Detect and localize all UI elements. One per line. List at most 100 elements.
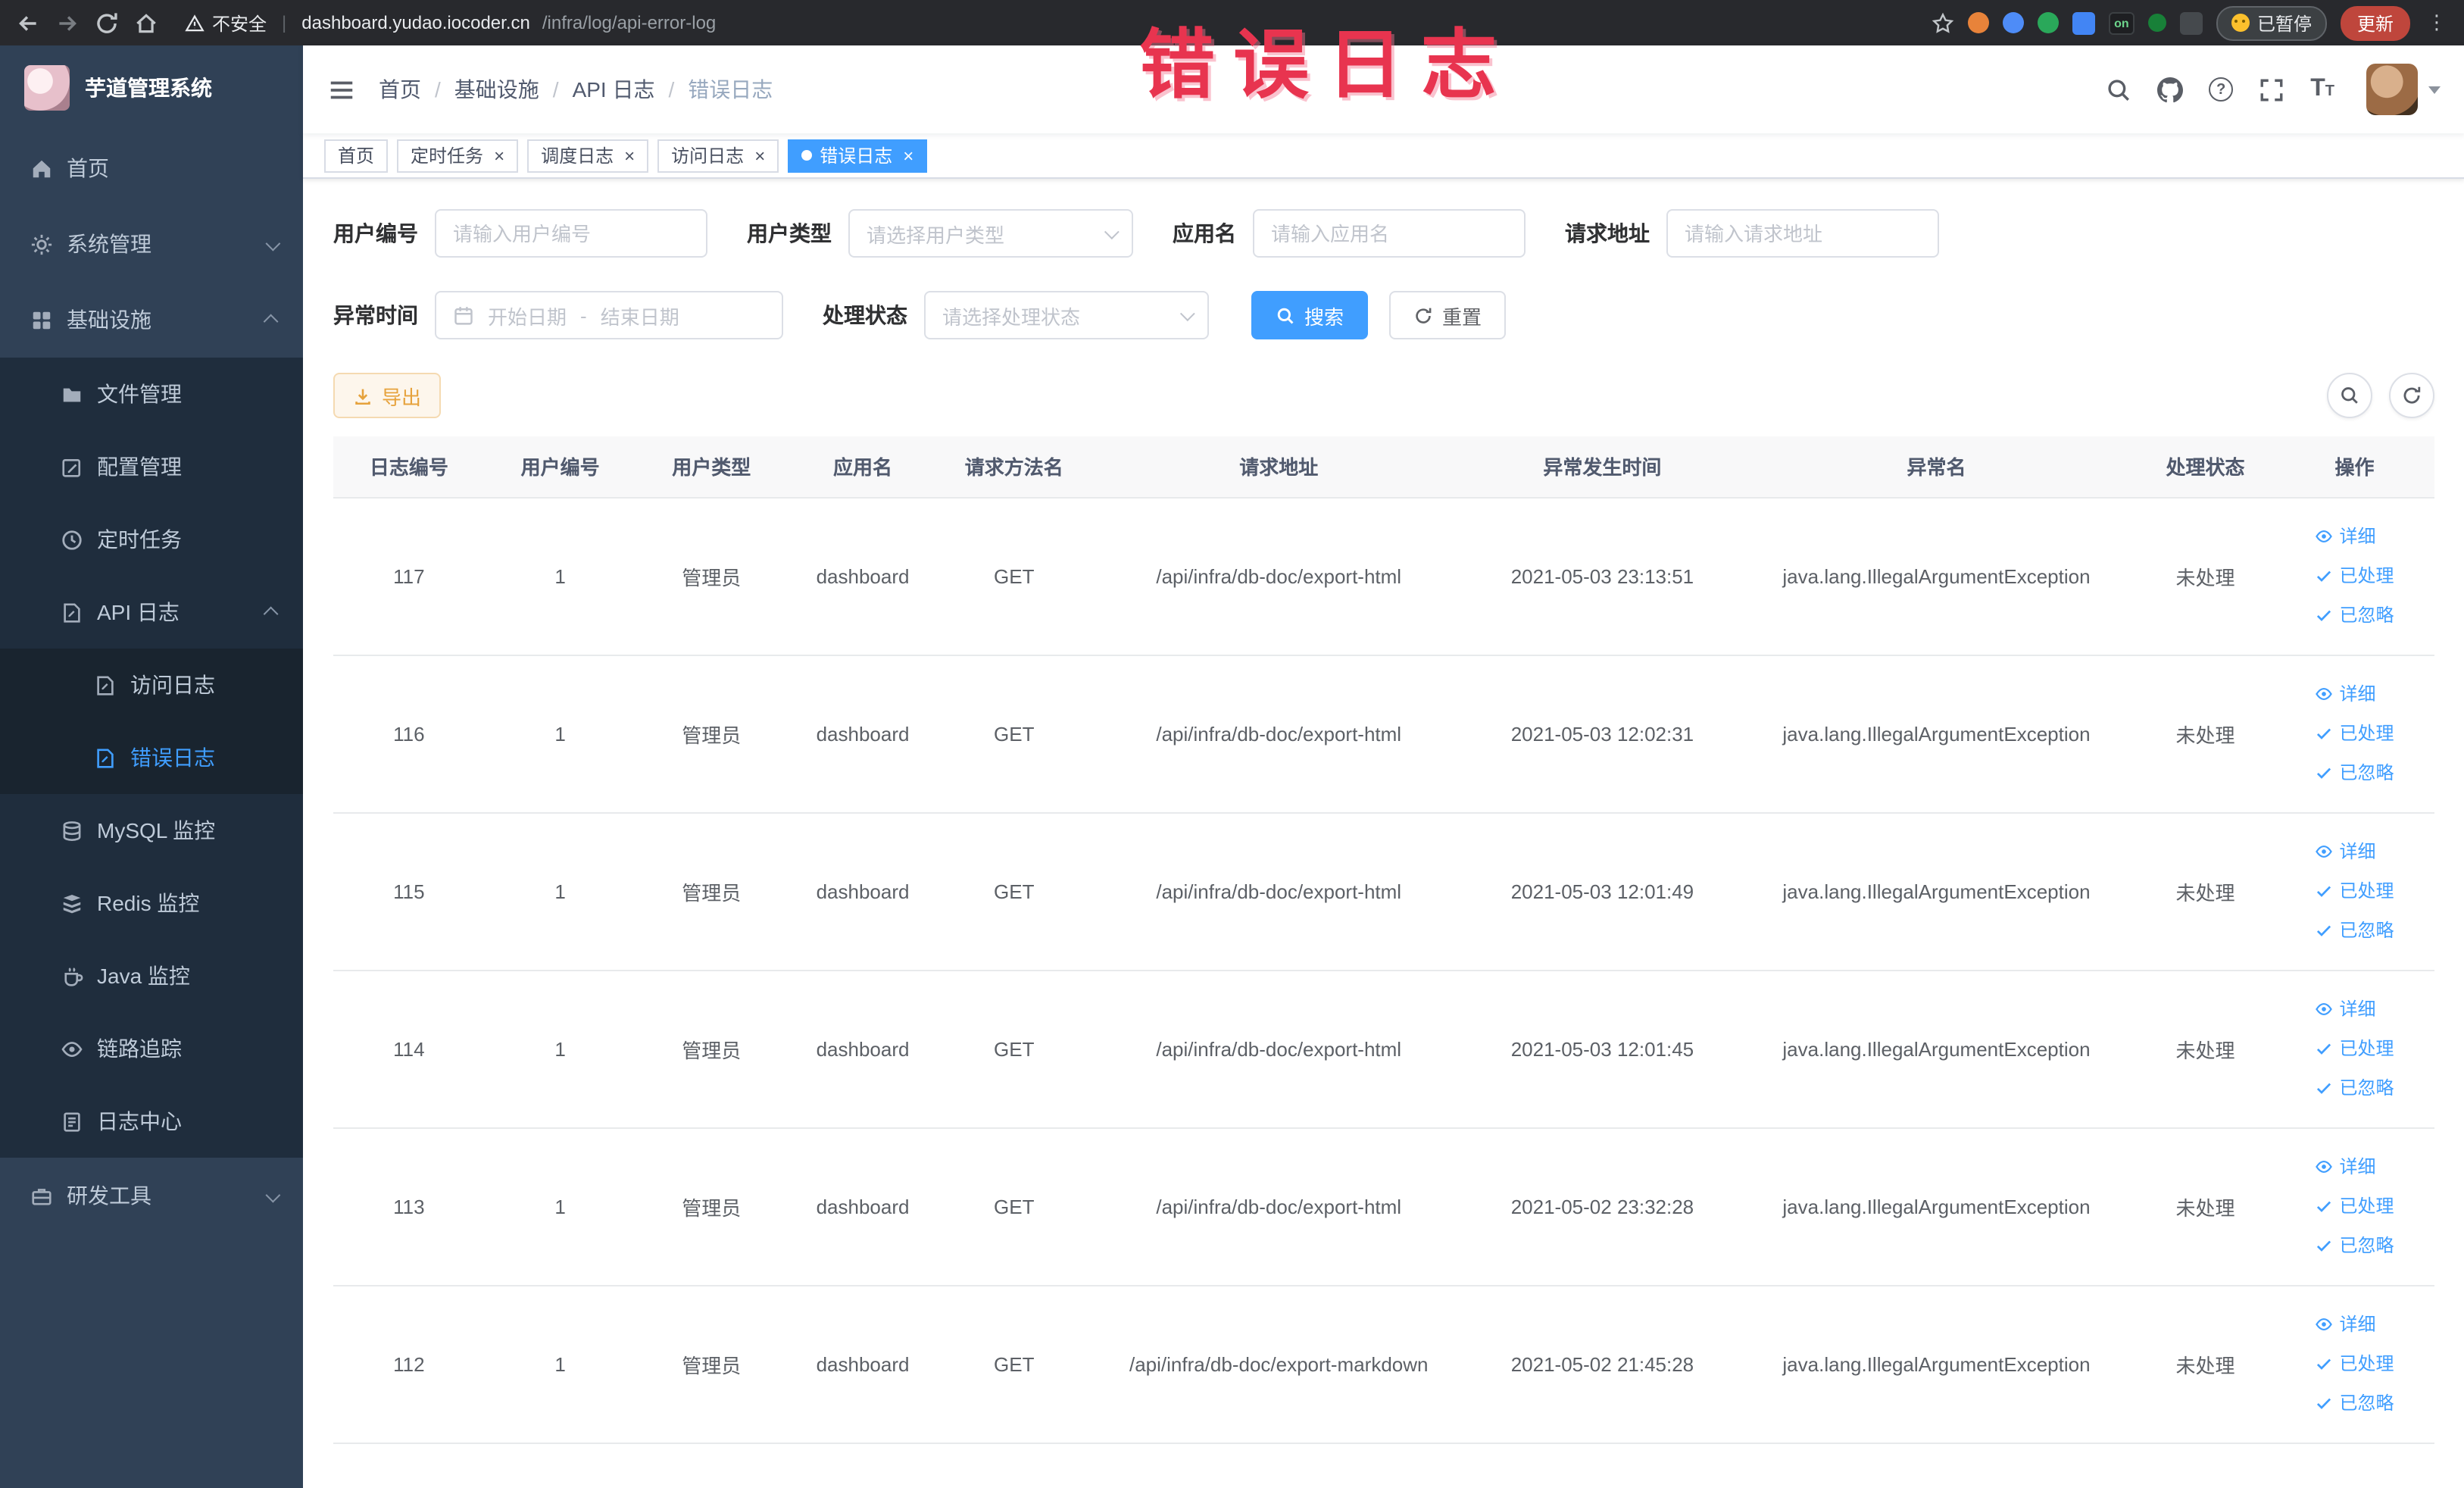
address-bar[interactable]: 不安全 | dashboard.yudao.iocoder.cn/infra/l…	[173, 10, 1918, 36]
browser-menu-icon[interactable]: ⋮	[2424, 11, 2450, 35]
ignored-link[interactable]: 已忽略	[2316, 596, 2394, 635]
cell-status: 未处理	[2136, 497, 2275, 655]
sidebar-item-error-log[interactable]: 错误日志	[0, 721, 303, 794]
error-log-table: 日志编号 用户编号 用户类型 应用名 请求方法名 请求地址 异常发生时间 异常名 处理状态 操作 …	[333, 436, 2434, 1443]
close-icon[interactable]: ×	[903, 146, 913, 164]
column-header: 操作	[2275, 436, 2434, 498]
paused-badge[interactable]: 已暂停	[2216, 5, 2327, 40]
processed-link[interactable]: 已处理	[2316, 556, 2394, 596]
url-host: dashboard.yudao.iocoder.cn	[301, 12, 530, 33]
extension-sprout-icon[interactable]	[2147, 14, 2166, 32]
reload-icon[interactable]	[94, 10, 120, 36]
github-icon[interactable]	[2157, 77, 2184, 102]
sidebar-item-java[interactable]: Java 监控	[0, 939, 303, 1012]
font-size-icon[interactable]: TT	[2310, 77, 2334, 102]
ignored-link[interactable]: 已忽略	[2316, 1383, 2394, 1423]
sidebar-item-system[interactable]: 系统管理	[0, 206, 303, 282]
extension-blue-icon[interactable]	[2002, 12, 2024, 33]
user-menu[interactable]	[2366, 64, 2441, 115]
process-status-label: 处理状态	[823, 303, 907, 327]
hamburger-icon[interactable]	[327, 75, 356, 104]
navbar-actions: ? TT	[2106, 64, 2441, 115]
processed-link[interactable]: 已处理	[2316, 1029, 2394, 1068]
detail-link[interactable]: 详细	[2316, 1305, 2394, 1344]
security-chip[interactable]: 不安全	[185, 10, 267, 36]
processed-link[interactable]: 已处理	[2316, 1186, 2394, 1226]
extension-dark-icon[interactable]	[2179, 11, 2203, 34]
tab-label: 访问日志	[671, 145, 745, 167]
user-type-select[interactable]: 请选择用户类型	[848, 209, 1133, 258]
exception-time-range-picker[interactable]: 开始日期 - 结束日期	[435, 291, 783, 339]
app-name-input[interactable]	[1253, 209, 1526, 258]
ignored-link[interactable]: 已忽略	[2316, 911, 2394, 950]
cell-method: GET	[938, 497, 1090, 655]
sidebar-item-job[interactable]: 定时任务	[0, 503, 303, 576]
home-icon[interactable]	[133, 10, 159, 36]
sidebar-item-dev-tools[interactable]: 研发工具	[0, 1158, 303, 1233]
sidebar-item-trace[interactable]: 链路追踪	[0, 1012, 303, 1085]
close-icon[interactable]: ×	[624, 146, 635, 164]
ignored-link[interactable]: 已忽略	[2316, 753, 2394, 792]
sidebar-item-infra[interactable]: 基础设施	[0, 282, 303, 358]
help-icon[interactable]: ?	[2209, 77, 2234, 102]
sidebar-item-api-log[interactable]: API 日志	[0, 576, 303, 649]
reset-button[interactable]: 重置	[1389, 291, 1507, 339]
request-url-input[interactable]	[1666, 209, 1939, 258]
sidebar-logo[interactable]: 芋道管理系统	[0, 45, 303, 130]
sidebar-item-label: Redis 监控	[97, 891, 200, 915]
processed-link[interactable]: 已处理	[2316, 1344, 2394, 1383]
sidebar-item-label: 访问日志	[130, 673, 215, 697]
close-icon[interactable]: ×	[754, 146, 765, 164]
search-toggle-button[interactable]	[2327, 373, 2372, 418]
processed-link[interactable]: 已处理	[2316, 871, 2394, 911]
tab-error-log[interactable]: 错误日志 ×	[788, 139, 928, 172]
sidebar-item-home[interactable]: 首页	[0, 130, 303, 206]
cell-user-type: 管理员	[636, 970, 788, 1128]
search-button[interactable]: 搜索	[1251, 291, 1369, 339]
ignored-link[interactable]: 已忽略	[2316, 1068, 2394, 1108]
extension-green-icon[interactable]	[2037, 12, 2059, 33]
breadcrumb-home[interactable]: 首页	[379, 74, 421, 105]
sidebar-item-file[interactable]: 文件管理	[0, 358, 303, 430]
refresh-button[interactable]	[2389, 373, 2434, 418]
breadcrumb-api-log[interactable]: API 日志	[573, 74, 655, 105]
extension-on-badge[interactable]: on	[2108, 11, 2135, 34]
tab-home[interactable]: 首页	[324, 139, 389, 172]
detail-link[interactable]: 详细	[2316, 674, 2394, 714]
sidebar-item-label: 日志中心	[97, 1109, 182, 1133]
tab-job-log[interactable]: 调度日志 ×	[527, 139, 649, 172]
sidebar-item-config[interactable]: 配置管理	[0, 430, 303, 503]
user-type-label: 用户类型	[747, 221, 832, 245]
cell-exception: java.lang.IllegalArgumentException	[1736, 1127, 2136, 1286]
eye-icon	[2316, 1000, 2334, 1018]
sidebar-item-log-center[interactable]: 日志中心	[0, 1085, 303, 1158]
tab-job[interactable]: 定时任务 ×	[397, 139, 519, 172]
search-icon[interactable]	[2106, 77, 2131, 102]
cell-time: 2021-05-03 12:01:49	[1467, 812, 1737, 971]
user-id-input[interactable]	[435, 209, 707, 258]
check-icon	[2316, 882, 2334, 900]
sidebar-item-access-log[interactable]: 访问日志	[0, 649, 303, 721]
tab-access-log[interactable]: 访问日志 ×	[657, 139, 779, 172]
detail-link[interactable]: 详细	[2316, 989, 2394, 1029]
breadcrumb-infrastructure[interactable]: 基础设施	[454, 74, 539, 105]
detail-link[interactable]: 详细	[2316, 832, 2394, 871]
forward-icon[interactable]	[55, 10, 80, 36]
detail-link[interactable]: 详细	[2316, 517, 2394, 556]
extension-orange-icon[interactable]	[1967, 12, 1989, 33]
ignored-link[interactable]: 已忽略	[2316, 1226, 2394, 1265]
detail-link[interactable]: 详细	[2316, 1147, 2394, 1186]
sidebar-item-mysql[interactable]: MySQL 监控	[0, 794, 303, 867]
export-button[interactable]: 导出	[333, 373, 442, 418]
back-icon[interactable]	[15, 10, 41, 36]
extension-grid-icon[interactable]	[2072, 11, 2095, 34]
fullscreen-icon[interactable]	[2259, 77, 2284, 102]
update-button[interactable]: 更新	[2340, 5, 2410, 40]
cell-url: /api/infra/db-doc/export-markdown	[1089, 1285, 1468, 1443]
close-icon[interactable]: ×	[494, 146, 504, 164]
sidebar-item-redis[interactable]: Redis 监控	[0, 867, 303, 939]
sidebar-item-label: 链路追踪	[97, 1036, 182, 1061]
bookmark-star-icon[interactable]	[1932, 11, 1954, 34]
processed-link[interactable]: 已处理	[2316, 714, 2394, 753]
process-status-select[interactable]: 请选择处理状态	[924, 291, 1209, 339]
